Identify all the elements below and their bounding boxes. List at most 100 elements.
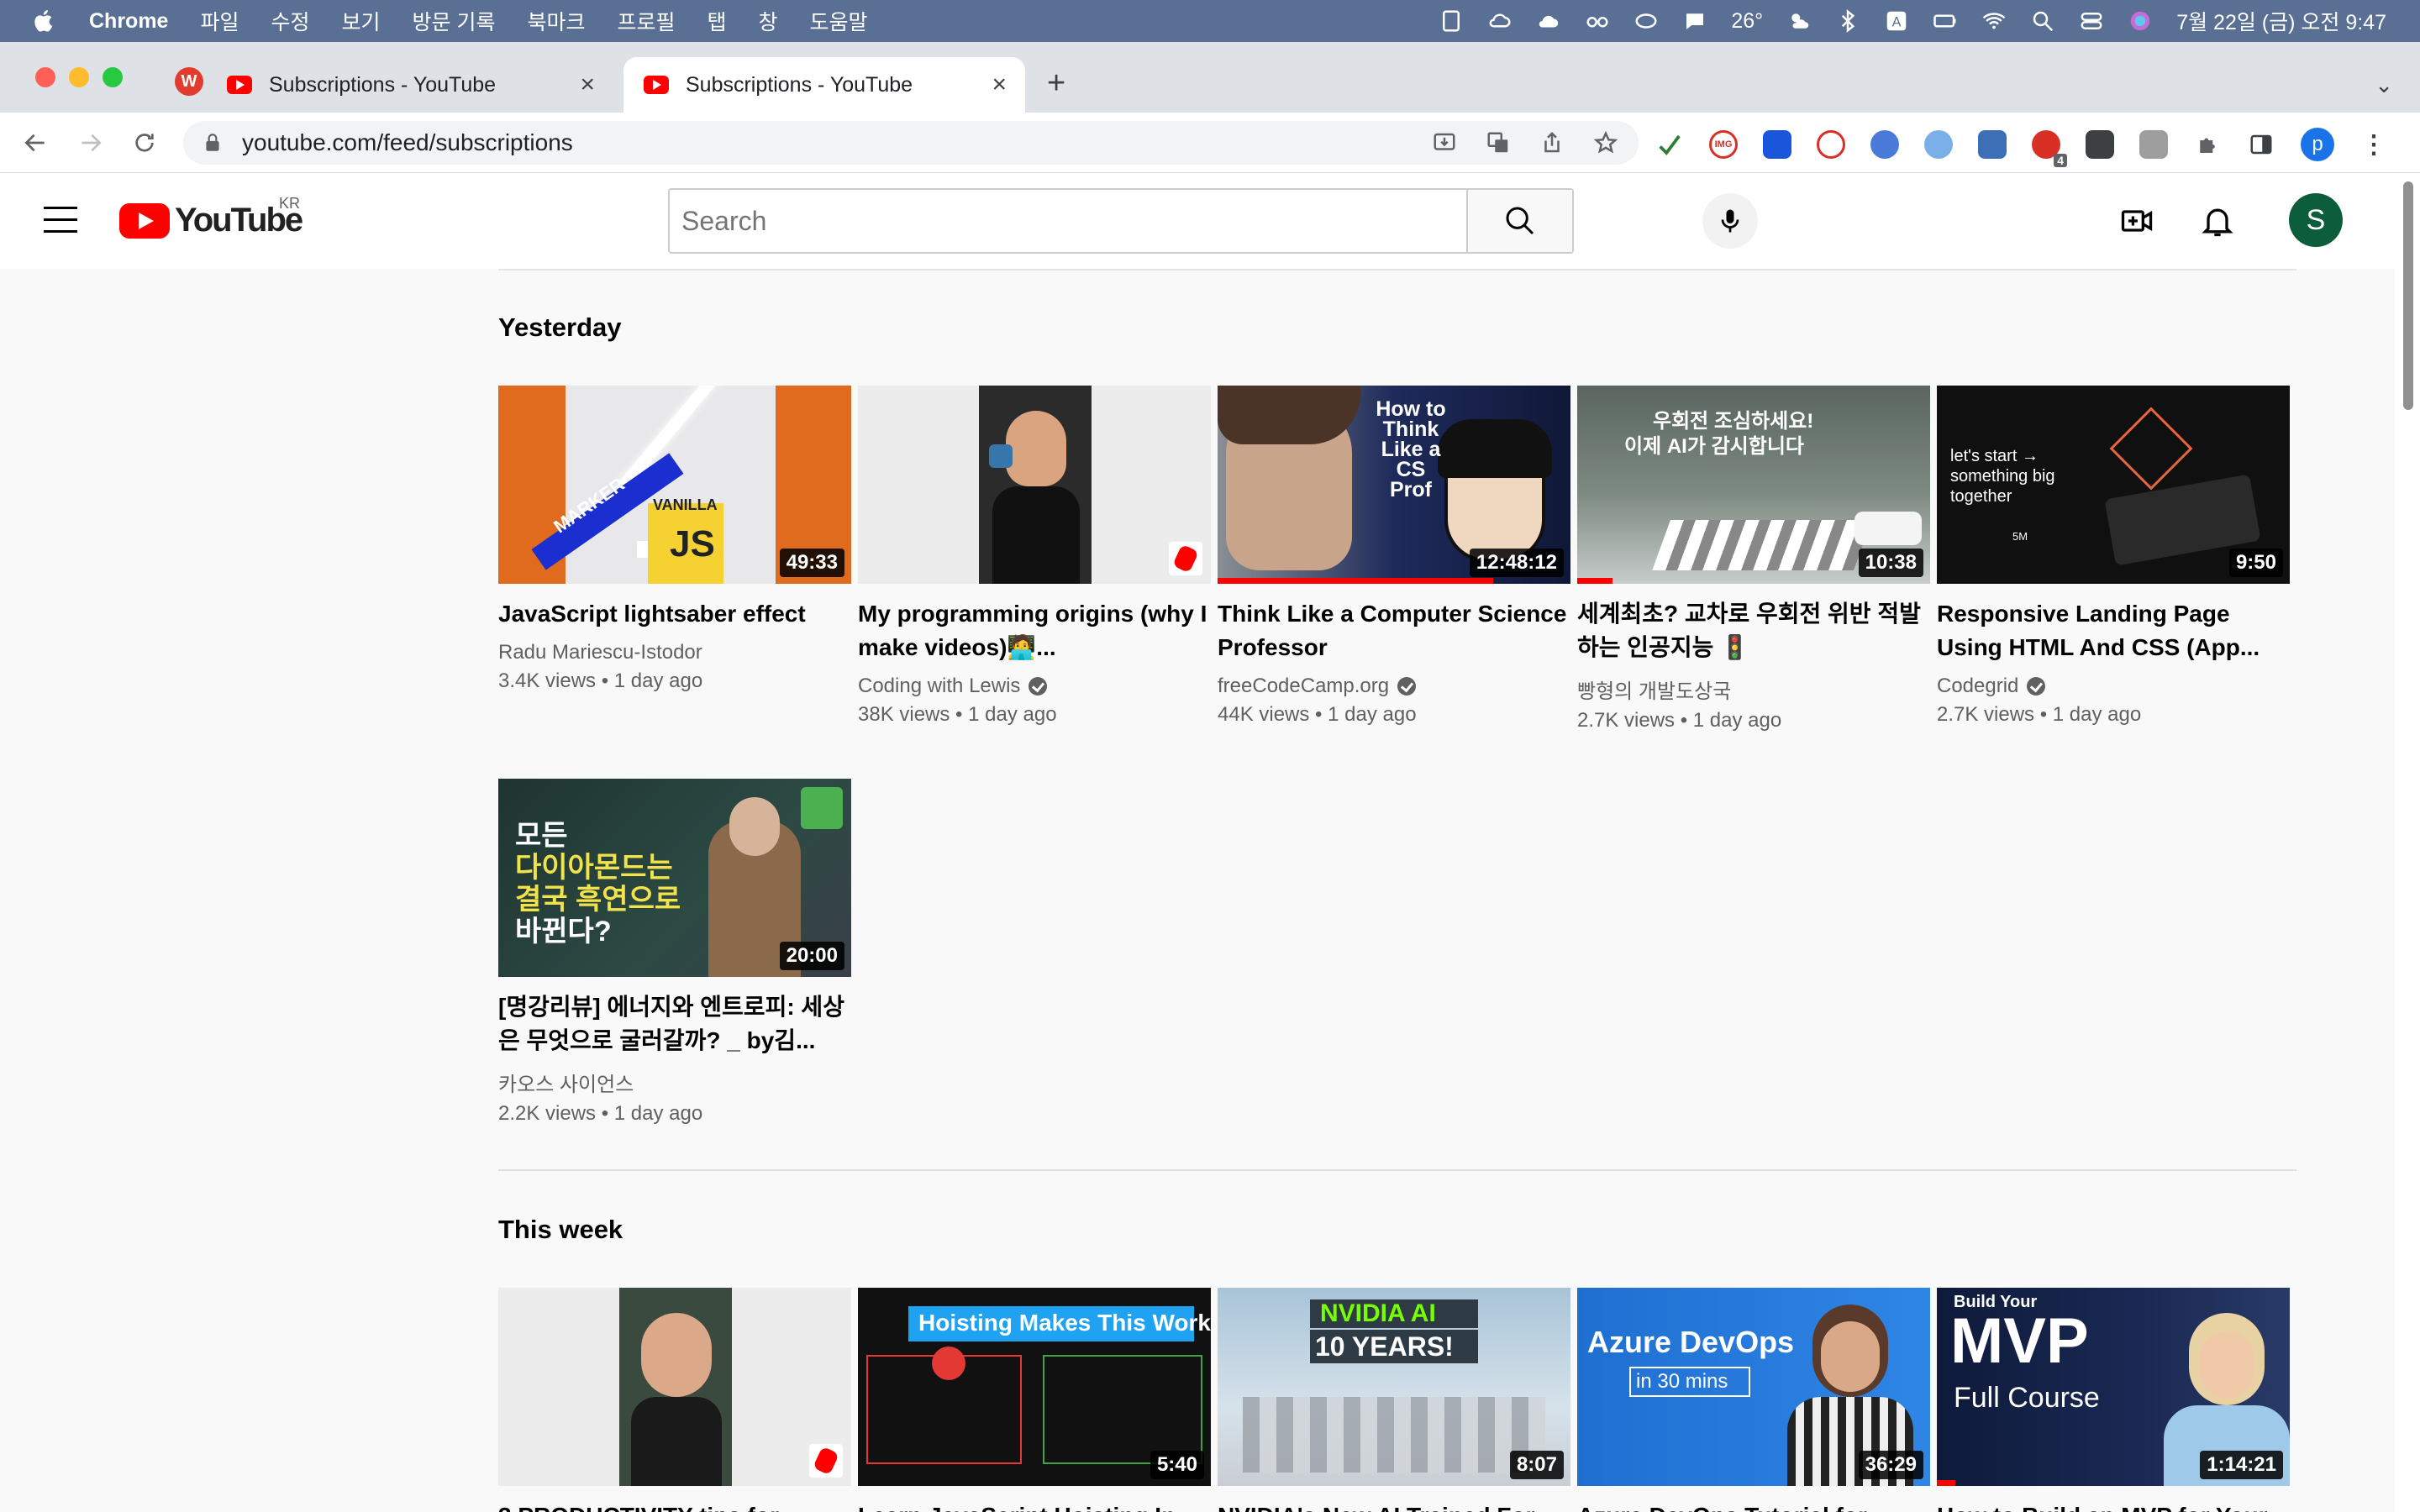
extension-play-icon[interactable]	[1817, 130, 1845, 159]
glasses-icon[interactable]	[1585, 8, 1610, 34]
create-video-button[interactable]	[2118, 202, 2156, 240]
video-thumbnail[interactable]: MARKER VANILLA JS 49:33	[498, 386, 851, 584]
video-card[interactable]: Azure DevOps in 30 mins 36:29 Azure DevO…	[1577, 1288, 1930, 1512]
cloud-timer-icon[interactable]	[1487, 8, 1512, 34]
pinned-tab[interactable]: W	[175, 67, 203, 96]
video-title[interactable]: Azure DevOps Tutorial for...	[1577, 1499, 1930, 1512]
video-thumbnail[interactable]	[858, 386, 1211, 584]
address-bar[interactable]: youtube.com/feed/subscriptions	[183, 121, 1639, 165]
control-center-icon[interactable]	[2079, 8, 2104, 34]
menu-bookmarks[interactable]: 북마크	[527, 6, 585, 36]
account-avatar[interactable]: S	[2289, 193, 2343, 247]
share-icon[interactable]	[1538, 129, 1566, 157]
video-card[interactable]: 우회전 조심하세요! 이제 AI가 감시합니다 10:38 세계최초? 교차로 …	[1577, 386, 1930, 732]
menu-tab[interactable]: 탭	[708, 6, 727, 36]
channel-label[interactable]: Codegrid	[1937, 675, 2018, 698]
channel-name[interactable]: Coding with Lewis	[858, 675, 1211, 698]
video-thumbnail[interactable]: let's start → something big together 5M …	[1937, 386, 2290, 584]
tab-close-icon[interactable]: ×	[992, 71, 1007, 99]
profile-avatar-button[interactable]: p	[2301, 128, 2334, 161]
video-title[interactable]: [명강리뷰] 에너지와 엔트로피: 세상은 무엇으로 굴러갈까? _ by김..…	[498, 990, 851, 1058]
extension-tool-icon[interactable]	[2086, 130, 2114, 159]
new-tab-button[interactable]: +	[1047, 66, 1065, 102]
window-close-button[interactable]	[35, 67, 55, 87]
menu-history[interactable]: 방문 기록	[413, 6, 496, 36]
channel-label[interactable]: Coding with Lewis	[858, 675, 1020, 698]
wifi-icon[interactable]	[1981, 8, 2007, 34]
video-title[interactable]: How to Build an MVP for Your...	[1937, 1499, 2290, 1512]
channel-label[interactable]: 카오스 사이언스	[498, 1068, 634, 1097]
video-thumbnail[interactable]: 우회전 조심하세요! 이제 AI가 감시합니다 10:38	[1577, 386, 1930, 584]
channel-name[interactable]: Radu Mariescu-Istodor	[498, 641, 851, 664]
channel-label[interactable]: freeCodeCamp.org	[1218, 675, 1389, 698]
document-icon[interactable]	[1439, 8, 1464, 34]
extension-bookmark-icon[interactable]	[1763, 130, 1791, 159]
menu-view[interactable]: 보기	[342, 6, 381, 36]
video-card[interactable]: My programming origins (why I make video…	[858, 386, 1211, 727]
video-card[interactable]: Hoisting Makes This Work 5:40 Learn Java…	[858, 1288, 1211, 1512]
forward-button[interactable]	[76, 128, 106, 158]
spotlight-search-icon[interactable]	[2030, 8, 2055, 34]
channel-name[interactable]: 빵형의 개발도상국	[1577, 675, 1930, 704]
channel-name[interactable]: 카오스 사이언스	[498, 1068, 851, 1097]
menu-chrome[interactable]: Chrome	[89, 9, 168, 34]
video-card[interactable]: Build Your MVP Full Course 1:14:21 How t…	[1937, 1288, 2290, 1512]
video-title[interactable]: Think Like a Computer Science Professor	[1218, 597, 1570, 664]
extension-badge-icon[interactable]: 4	[2032, 130, 2067, 167]
channel-label[interactable]: 빵형의 개발도상국	[1577, 675, 1731, 704]
siri-icon[interactable]	[2128, 8, 2153, 34]
tab-subscriptions-2[interactable]: Subscriptions - YouTube ×	[623, 57, 1025, 113]
apple-icon[interactable]	[32, 8, 57, 34]
coffee-icon[interactable]	[1634, 8, 1659, 34]
video-title[interactable]: JavaScript lightsaber effect	[498, 597, 851, 631]
video-thumbnail[interactable]: How to Think Like a CS Prof 12:48:12	[1218, 386, 1570, 584]
install-app-icon[interactable]	[1430, 129, 1459, 157]
video-title[interactable]: 3 PRODUCTIVITY tips for...	[498, 1499, 851, 1512]
channel-name[interactable]: freeCodeCamp.org	[1218, 675, 1570, 698]
channel-label[interactable]: Radu Mariescu-Istodor	[498, 641, 702, 664]
video-thumbnail[interactable]	[498, 1288, 851, 1486]
clock[interactable]: 7월 22일 (금) 오전 9:47	[2176, 6, 2386, 36]
video-thumbnail[interactable]: Build Your MVP Full Course 1:14:21	[1937, 1288, 2290, 1486]
cloud-icon[interactable]	[1536, 8, 1561, 34]
weather-temperature[interactable]: 26°	[1731, 9, 1763, 34]
video-card[interactable]: MARKER VANILLA JS 49:33 JavaScript light…	[498, 386, 851, 693]
window-minimize-button[interactable]	[69, 67, 89, 87]
menu-file[interactable]: 파일	[200, 6, 239, 36]
video-title[interactable]: Responsive Landing Page Using HTML And C…	[1937, 597, 2290, 664]
reload-button[interactable]	[129, 128, 160, 158]
video-thumbnail[interactable]: 모든 다이아몬드는 결국 흑연으로 바뀐다? 20:00	[498, 779, 851, 977]
scrollbar-thumb[interactable]	[2403, 181, 2413, 410]
youtube-logo[interactable]: YouTube KR	[119, 195, 303, 239]
video-card[interactable]: let's start → something big together 5M …	[1937, 386, 2290, 727]
video-thumbnail[interactable]: Azure DevOps in 30 mins 36:29	[1577, 1288, 1930, 1486]
tab-subscriptions-1[interactable]: Subscriptions - YouTube ×	[227, 57, 613, 113]
page-scrollbar[interactable]	[2395, 173, 2420, 1512]
channel-name[interactable]: Codegrid	[1937, 675, 2290, 698]
notifications-button[interactable]	[2198, 202, 2237, 240]
extension-feather-icon[interactable]	[1924, 130, 1953, 159]
video-thumbnail[interactable]: NVIDIA AI 10 YEARS! 8:07	[1218, 1288, 1570, 1486]
url-text[interactable]: youtube.com/feed/subscriptions	[242, 129, 573, 156]
video-card[interactable]: How to Think Like a CS Prof 12:48:12 Thi…	[1218, 386, 1570, 727]
lock-icon[interactable]	[202, 132, 224, 154]
back-button[interactable]	[20, 128, 50, 158]
weather-cloud-sun-icon[interactable]	[1786, 8, 1812, 34]
search-button[interactable]	[1466, 190, 1572, 252]
video-thumbnail[interactable]: Hoisting Makes This Work 5:40	[858, 1288, 1211, 1486]
tab-close-icon[interactable]: ×	[580, 71, 595, 99]
extension-img-icon[interactable]: IMG	[1709, 130, 1738, 159]
video-title[interactable]: Learn JavaScript Hoisting In...	[858, 1499, 1211, 1512]
search-input[interactable]	[670, 190, 1466, 252]
menu-profiles[interactable]: 프로필	[617, 6, 675, 36]
menu-help[interactable]: 도움말	[810, 6, 868, 36]
puzzle-extensions-icon[interactable]	[2193, 130, 2222, 159]
menu-window[interactable]: 창	[759, 6, 778, 36]
hamburger-menu-icon[interactable]	[44, 207, 77, 235]
extension-rat-icon[interactable]	[2139, 130, 2168, 159]
video-title[interactable]: NVIDIA's New AI Trained For...	[1218, 1499, 1570, 1512]
video-title[interactable]: 세계최초? 교차로 우회전 위반 적발하는 인공지능 🚦	[1577, 597, 1930, 664]
extension-check-icon[interactable]	[1655, 130, 1684, 159]
extension-circle-icon[interactable]	[1870, 130, 1899, 159]
translate-icon[interactable]	[1484, 129, 1512, 157]
